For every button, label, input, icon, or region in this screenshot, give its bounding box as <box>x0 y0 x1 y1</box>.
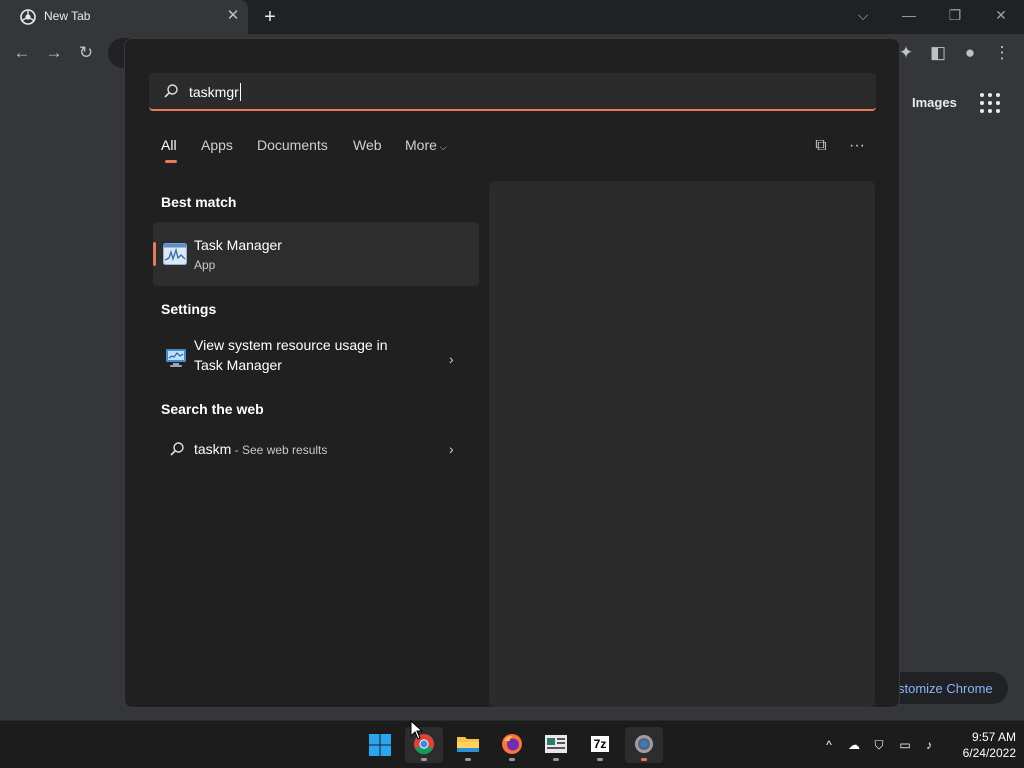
tab-close-icon[interactable]: ✕ <box>224 6 242 26</box>
result-subtitle: App <box>194 258 216 272</box>
new-tab-button[interactable]: + <box>258 5 282 29</box>
result-web-search[interactable]: taskm - See web results › <box>153 431 479 467</box>
text-caret <box>240 83 241 101</box>
chrome-tab-strip: New Tab ✕ + ⌵ — ❐ ✕ <box>0 0 1024 34</box>
taskbar: 7z ^ ☁ ⛉ ▭ ♪ 9:57 AM 6/24/2022 <box>0 720 1024 768</box>
tab-search-chevron-icon[interactable]: ⌵ <box>851 4 875 26</box>
taskbar-news[interactable] <box>537 727 575 763</box>
tab-web[interactable]: Web <box>353 137 382 153</box>
web-search-term: taskm <box>194 441 232 457</box>
more-options-icon[interactable]: ··· <box>845 135 869 159</box>
tab-new-tab[interactable]: New Tab ✕ <box>0 0 248 34</box>
settings-heading: Settings <box>161 301 217 317</box>
7zip-icon: 7z <box>589 734 611 754</box>
result-title: Task Manager <box>194 237 282 253</box>
monitor-settings-icon <box>166 349 186 367</box>
reload-icon[interactable]: ↻ <box>73 40 99 66</box>
network-icon[interactable]: ▭ <box>896 736 914 754</box>
task-manager-icon <box>163 243 187 265</box>
file-explorer-icon <box>457 737 479 752</box>
system-clock[interactable]: 9:57 AM 6/24/2022 <box>946 729 1016 761</box>
taskbar-settings[interactable] <box>625 727 663 763</box>
running-indicator <box>509 758 515 761</box>
tab-title: New Tab <box>44 9 91 23</box>
side-panel-icon[interactable]: ◧ <box>925 40 951 66</box>
web-result-hint: - See web results <box>231 443 328 457</box>
start-button[interactable] <box>361 727 399 763</box>
mouse-cursor-icon <box>410 720 424 740</box>
chrome-favicon-icon <box>20 9 36 25</box>
news-icon <box>545 735 567 753</box>
running-indicator <box>421 758 427 761</box>
close-window-icon[interactable]: ✕ <box>989 4 1013 26</box>
search-box[interactable] <box>149 73 876 111</box>
running-indicator <box>553 758 559 761</box>
google-apps-icon[interactable] <box>980 93 1000 113</box>
taskbar-7zip[interactable]: 7z <box>581 727 619 763</box>
clock-date: 6/24/2022 <box>962 746 1016 760</box>
settings-result-line2: Task Manager <box>194 357 282 373</box>
best-match-heading: Best match <box>161 194 237 210</box>
web-result-text: taskm - See web results <box>194 441 327 457</box>
taskbar-firefox[interactable] <box>493 727 531 763</box>
chrome-menu-icon[interactable]: ⋮ <box>989 40 1015 66</box>
settings-icon <box>635 735 653 753</box>
tab-documents[interactable]: Documents <box>257 137 328 153</box>
images-link[interactable]: Images <box>912 95 957 110</box>
search-input[interactable] <box>189 73 849 109</box>
chevron-down-icon: ⌵ <box>439 142 447 152</box>
active-tab-indicator <box>165 160 177 163</box>
running-indicator <box>597 758 603 761</box>
tab-more-label: More <box>405 137 437 153</box>
chevron-right-icon: › <box>449 441 454 457</box>
chevron-right-icon: › <box>449 351 454 367</box>
volume-icon[interactable]: ♪ <box>920 736 938 754</box>
clock-time: 9:57 AM <box>971 730 1016 744</box>
result-task-manager[interactable]: Task Manager App <box>153 222 479 286</box>
show-hidden-icons-icon[interactable]: ^ <box>820 736 838 754</box>
preview-pane <box>489 181 875 707</box>
back-icon[interactable]: ← <box>9 40 35 66</box>
start-search-panel: All Apps Documents Web More⌵ ⧉ ··· Best … <box>124 38 900 708</box>
onedrive-offline-icon[interactable]: ☁ <box>845 736 863 754</box>
search-icon <box>164 84 178 98</box>
minimize-icon[interactable]: — <box>897 4 921 26</box>
tab-more[interactable]: More ⌵ <box>405 137 447 153</box>
security-shield-icon[interactable]: ⛉ <box>870 736 888 754</box>
result-view-resource-usage[interactable]: View system resource usage in Task Manag… <box>153 333 479 385</box>
tab-all[interactable]: All <box>161 137 177 153</box>
active-indicator <box>641 758 647 761</box>
taskbar-file-explorer[interactable] <box>449 727 487 763</box>
settings-result-line1: View system resource usage in <box>194 337 388 353</box>
search-web-heading: Search the web <box>161 401 264 417</box>
customize-chrome-label: stomize Chrome <box>898 681 993 696</box>
web-search-icon <box>170 442 184 456</box>
restore-icon[interactable]: ❐ <box>943 4 967 26</box>
search-account-icon[interactable]: ⧉ <box>809 135 833 159</box>
running-indicator <box>465 758 471 761</box>
tab-apps[interactable]: Apps <box>201 137 233 153</box>
profile-icon[interactable]: ● <box>957 40 983 66</box>
forward-icon[interactable]: → <box>41 40 67 66</box>
firefox-icon <box>502 734 522 754</box>
selection-accent <box>153 242 156 266</box>
start-icon <box>369 734 391 756</box>
